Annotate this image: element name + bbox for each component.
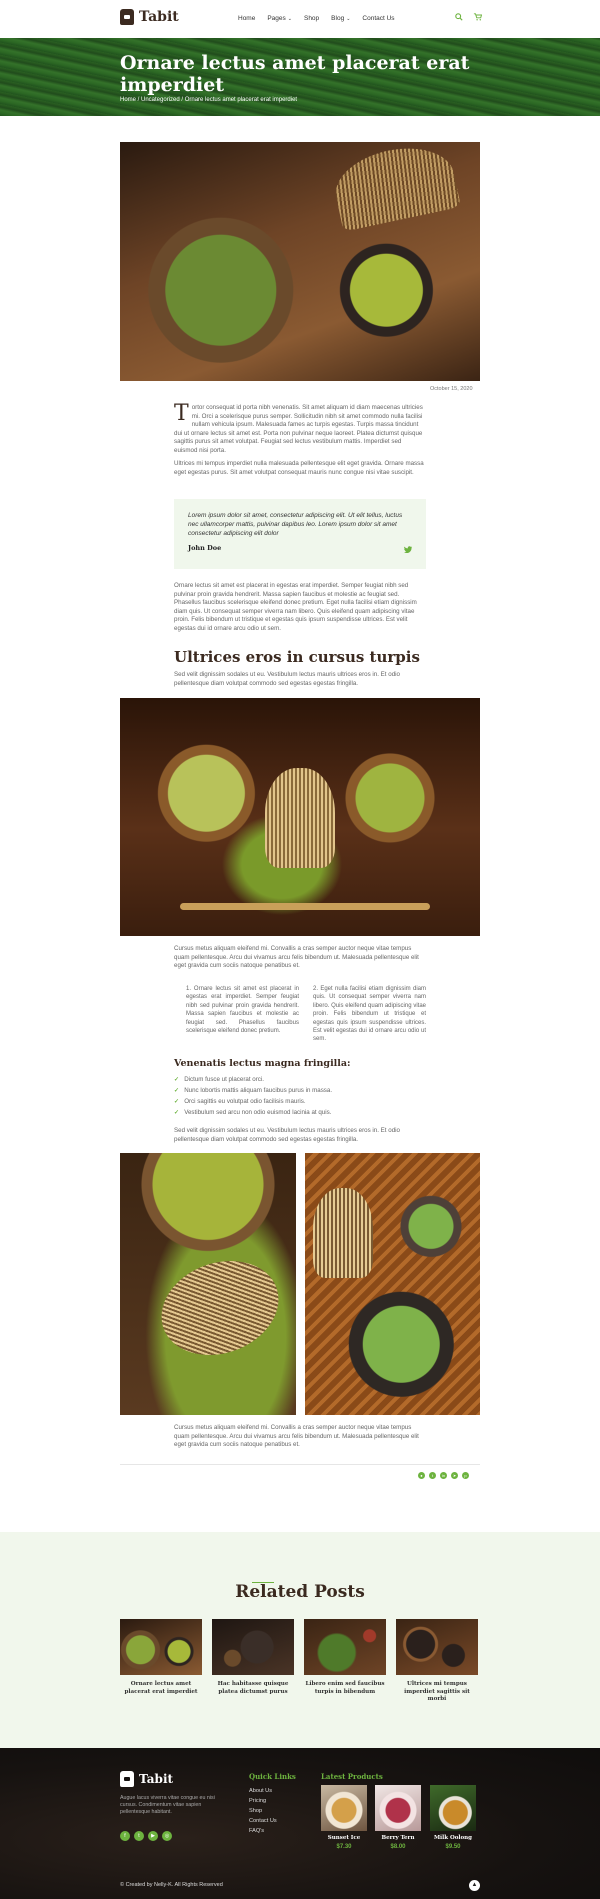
check-icon: ✓ (174, 1109, 180, 1116)
latest-products-title: Latest Products (321, 1772, 383, 1781)
twitter-icon[interactable]: t (429, 1472, 436, 1479)
check-icon: ✓ (174, 1087, 180, 1094)
linkedin-icon[interactable]: in (440, 1472, 447, 1479)
footer-social: f t ▶ ◎ (120, 1831, 172, 1841)
column-item: 1. Ornare lectus sit amet est placerat i… (186, 986, 299, 1035)
post-date: October 15, 2020 (430, 386, 473, 392)
product-price: $8.00 (390, 1844, 406, 1850)
related-post-card[interactable]: Ornare lectus amet placerat erat imperdi… (120, 1619, 202, 1696)
arrow-up-icon[interactable]: ▲ (469, 1880, 480, 1891)
product-name[interactable]: Sunset Ice (321, 1835, 367, 1841)
list-item: ✓ Nunc lobortis mattis aliquam faucibus p… (174, 1087, 333, 1094)
blockquote: Lorem ipsum dolor sit amet, consectetur … (174, 499, 426, 569)
check-list: ✓ Dictum fusce ut placerat orci. ✓ Nunc lo… (174, 1074, 332, 1118)
youtube-icon[interactable]: ▶ (148, 1831, 158, 1841)
paragraph: Ultrices mi tempus imperdiet nulla males… (174, 460, 424, 476)
product-image[interactable] (321, 1785, 367, 1831)
numbered-columns: 1. Ornare lectus sit amet est placerat i… (186, 985, 426, 1044)
paragraph: Cursus metus aliquam eleifend mi. Conval… (174, 945, 419, 970)
cart-icon[interactable] (473, 13, 483, 23)
related-post-title[interactable]: Hac habitasse quisque platea dictumst pu… (212, 1681, 294, 1696)
related-posts-title: Related Posts (235, 1582, 365, 1602)
site-header: Tabit Home Pages ⌄ Shop Blog ⌄ Contact Us (0, 0, 600, 38)
matcha-image (120, 698, 480, 936)
paragraph: Sed velit dignissim sodales ut eu. Vesti… (174, 671, 400, 687)
nav-item-contact[interactable]: Contact Us (362, 15, 394, 22)
quote-text: Lorem ipsum dolor sit amet, consectetur … (188, 512, 403, 537)
product-price: $7.30 (336, 1844, 352, 1850)
product-card[interactable]: Sunset Ice $7.30 (321, 1785, 367, 1850)
footer-link[interactable]: About Us (249, 1786, 277, 1796)
whisk-image (120, 1153, 296, 1415)
twitter-icon[interactable] (404, 546, 412, 555)
list-item: ✓ Dictum fusce ut placerat orci. (174, 1076, 264, 1083)
product-card[interactable]: Berry Tern $8.00 (375, 1785, 421, 1850)
list-heading: Venenatis lectus magna fringilla: (174, 1058, 351, 1069)
tea-bowl-image (305, 1153, 480, 1415)
nav-item-pages[interactable]: Pages ⌄ (267, 15, 292, 22)
check-icon: ✓ (174, 1098, 180, 1105)
related-post-image[interactable] (396, 1619, 478, 1675)
quick-links: About Us Pricing Shop Contact Us FAQ's (249, 1786, 277, 1836)
pinterest-icon[interactable]: p (462, 1472, 469, 1479)
check-icon: ✓ (174, 1076, 180, 1083)
telegram-icon[interactable]: ➤ (451, 1472, 458, 1479)
related-post-title[interactable]: Ultrices mi tempus imperdiet sagittis si… (396, 1681, 478, 1704)
footer-link[interactable]: Contact Us (249, 1816, 277, 1826)
related-post-card[interactable]: Ultrices mi tempus imperdiet sagittis si… (396, 1619, 478, 1704)
product-name[interactable]: Milk Oolong (430, 1835, 476, 1841)
related-post-title[interactable]: Ornare lectus amet placerat erat imperdi… (120, 1681, 202, 1696)
paragraph: Ornare lectus sit amet est placerat in e… (174, 582, 417, 632)
product-image[interactable] (430, 1785, 476, 1831)
list-item: ✓ Vestibulum sed arcu non odio euismod la… (174, 1109, 332, 1116)
related-post-card[interactable]: Hac habitasse quisque platea dictumst pu… (212, 1619, 294, 1696)
whatsapp-icon[interactable]: ● (418, 1472, 425, 1479)
product-name[interactable]: Berry Tern (375, 1835, 421, 1841)
search-icon[interactable] (455, 13, 463, 23)
related-posts-section (0, 1532, 600, 1748)
copyright-text: © Created by Nelly-K. All Rights Reserve… (120, 1882, 223, 1888)
facebook-icon[interactable]: f (120, 1831, 130, 1841)
site-logo[interactable]: Tabit (120, 9, 179, 25)
drop-cap: T (174, 401, 189, 426)
footer-link[interactable]: Pricing (249, 1796, 277, 1806)
related-post-image[interactable] (212, 1619, 294, 1675)
nav-item-blog[interactable]: Blog ⌄ (331, 15, 350, 22)
chevron-down-icon: ⌄ (287, 16, 292, 22)
paragraph: Cursus metus aliquam eleifend mi. Conval… (174, 1424, 419, 1449)
product-image[interactable] (375, 1785, 421, 1831)
footer-about: Augue lacus viverra vitae congue eu nisi… (120, 1795, 215, 1816)
footer-link[interactable]: Shop (249, 1806, 277, 1816)
intro-paragraph: Tortor consequat id porta nibh venenatis… (174, 401, 423, 454)
instagram-icon[interactable]: ◎ (162, 1831, 172, 1841)
list-item: ✓ Orci sagittis eu volutpat odio facilisi… (174, 1098, 306, 1105)
page-title: Ornare lectus amet placerat erat imperdi… (120, 52, 470, 96)
section-heading: Ultrices eros in cursus turpis (174, 648, 420, 666)
teapot-logo-icon (120, 9, 134, 25)
footer-link[interactable]: FAQ's (249, 1826, 277, 1836)
column-item: 2. Eget nulla facilisi etiam dignissim d… (313, 986, 426, 1043)
breadcrumb[interactable]: Home / Uncategorized / Ornare lectus ame… (120, 97, 297, 103)
related-post-image[interactable] (304, 1619, 386, 1675)
logo-text: Tabit (139, 9, 179, 25)
site-footer (0, 1748, 600, 1899)
teapot-logo-icon (120, 1771, 134, 1787)
related-post-title[interactable]: Libero enim sed faucibus turpis in biben… (304, 1681, 386, 1696)
divider (120, 1464, 480, 1465)
nav-item-shop[interactable]: Shop (304, 15, 319, 22)
product-card[interactable]: Milk Oolong $9.50 (430, 1785, 476, 1850)
post-hero-image (120, 142, 480, 381)
chevron-down-icon: ⌄ (346, 16, 351, 22)
related-post-image[interactable] (120, 1619, 202, 1675)
share-buttons: ● t in ➤ p (418, 1472, 469, 1479)
product-price: $9.50 (445, 1844, 461, 1850)
nav-item-home[interactable]: Home (238, 15, 255, 22)
main-nav: Home Pages ⌄ Shop Blog ⌄ Contact Us (238, 15, 395, 22)
related-post-card[interactable]: Libero enim sed faucibus turpis in biben… (304, 1619, 386, 1696)
twitter-icon[interactable]: t (134, 1831, 144, 1841)
quick-links-title: Quick Links (249, 1772, 296, 1781)
paragraph: Sed velit dignissim sodales ut eu. Vesti… (174, 1127, 400, 1143)
quote-author: John Doe (188, 544, 222, 552)
footer-logo[interactable]: Tabit (120, 1771, 173, 1787)
